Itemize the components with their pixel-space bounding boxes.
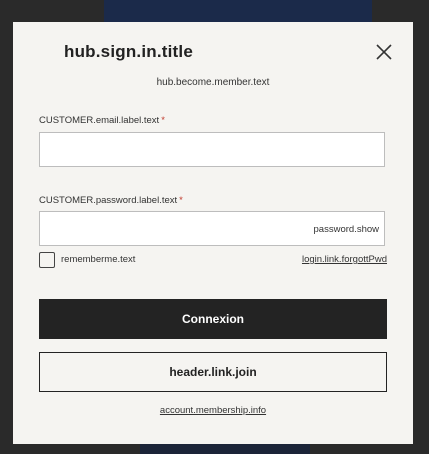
email-field-wrapper (39, 132, 385, 167)
background-image-top (104, 0, 372, 24)
forgot-password-link[interactable]: login.link.forgottPwd (302, 254, 387, 265)
sign-in-modal: hub.sign.in.title hub.become.member.text… (13, 22, 413, 444)
background-image-bottom (140, 444, 310, 454)
remember-me-label: rememberme.text (61, 254, 136, 265)
sign-in-button[interactable]: Connexion (39, 299, 387, 339)
membership-info-wrapper: account.membership.info (13, 405, 413, 416)
password-label-text: CUSTOMER.password.label.text (39, 195, 178, 206)
password-field-wrapper: password.show (39, 211, 385, 246)
membership-info-link[interactable]: account.membership.info (160, 405, 266, 416)
email-label-text: CUSTOMER.email.label.text (39, 115, 160, 126)
modal-subtitle: hub.become.member.text (156, 77, 270, 88)
join-button[interactable]: header.link.join (39, 352, 387, 392)
show-password-button[interactable]: password.show (314, 224, 379, 235)
remember-me-checkbox[interactable] (39, 252, 55, 268)
password-required-mark: * (179, 195, 183, 206)
close-button[interactable] (374, 42, 394, 62)
close-icon (376, 44, 392, 60)
password-label: CUSTOMER.password.label.text * (39, 195, 183, 206)
email-required-mark: * (161, 115, 165, 126)
email-field[interactable] (40, 133, 384, 166)
modal-title: hub.sign.in.title (64, 42, 193, 61)
email-label: CUSTOMER.email.label.text * (39, 115, 165, 126)
